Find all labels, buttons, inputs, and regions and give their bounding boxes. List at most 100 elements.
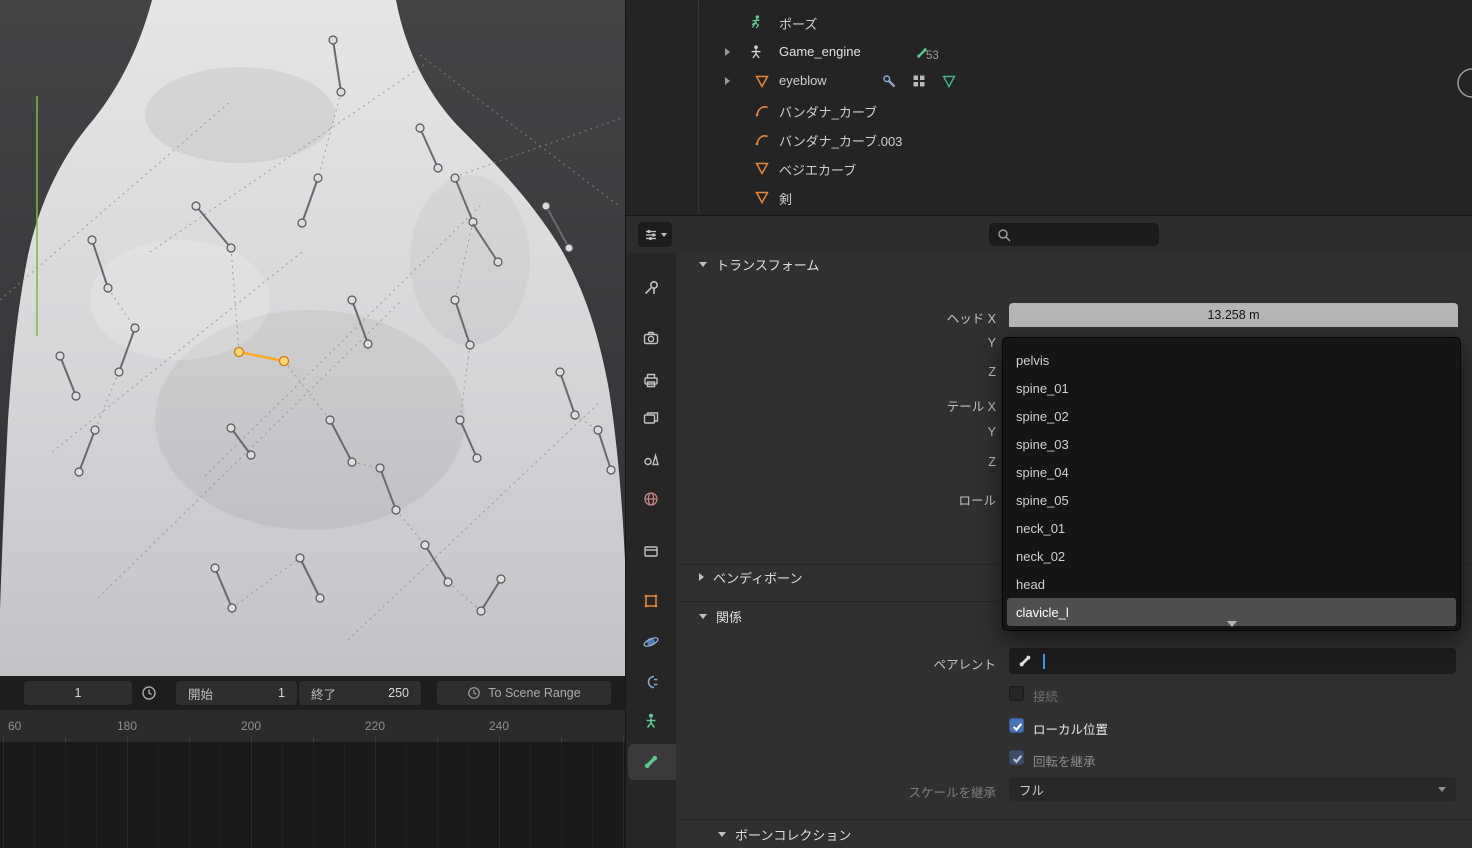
connected-checkbox[interactable] [1009, 686, 1024, 701]
current-frame-field[interactable]: 1 [24, 681, 132, 705]
dropdown-item[interactable]: head [1003, 570, 1460, 598]
panel-header-bone-collections[interactable]: ボーンコレクション [718, 826, 851, 843]
inherit-scale-value: フル [1019, 783, 1045, 798]
tab-object-data[interactable] [637, 707, 665, 735]
panel-header-transform[interactable]: トランスフォーム [699, 256, 820, 273]
modifier-wrench-icon [883, 75, 896, 88]
parent-search-field[interactable] [1009, 648, 1456, 674]
outliner-row-bezier-curve[interactable]: ベジエカーブ [626, 154, 1472, 182]
properties-header [626, 216, 1472, 254]
tail-y-label: Y [987, 425, 996, 439]
properties-editor-icon [645, 229, 656, 240]
panel-title: ベンディボーン [713, 570, 803, 586]
viewport-canvas[interactable] [0, 0, 625, 676]
tab-object[interactable] [637, 587, 665, 615]
inherit-rotation-checkbox[interactable] [1009, 750, 1024, 765]
outliner-row-eyeblow[interactable]: eyeblow [626, 67, 1472, 95]
chevron-down-icon [699, 261, 707, 267]
ruler-label: 60 [8, 719, 22, 733]
mesh-data-icon [755, 162, 769, 176]
panel-title: 関係 [716, 609, 743, 625]
outliner-row-bandana-curve[interactable]: バンダナ_カーブ [626, 96, 1472, 124]
frame-start-field[interactable]: 開始 1 [176, 681, 297, 705]
outliner: ポーズ Game_engine 53 eyeblow バンダナ_カーブ バンダナ… [625, 0, 1472, 215]
armature-user-count: 53 [926, 50, 939, 62]
text-cursor [1043, 653, 1045, 669]
camera-icon [643, 331, 659, 345]
panel-title: トランスフォーム [716, 257, 820, 273]
frame-end-value: 250 [388, 686, 409, 700]
dropdown-item[interactable]: neck_01 [1003, 514, 1460, 542]
to-scene-range-button[interactable]: To Scene Range [437, 681, 611, 705]
outliner-row-game-engine[interactable]: Game_engine 53 [626, 38, 1472, 66]
connected-label: 接続 [1033, 690, 1059, 704]
curve-data-icon [755, 135, 768, 146]
outliner-row-bandana-curve-003[interactable]: バンダナ_カーブ.003 [626, 125, 1472, 153]
tab-render[interactable] [637, 324, 665, 352]
outliner-row-pose[interactable]: ポーズ [626, 8, 1472, 36]
editor-type-selector[interactable] [638, 222, 672, 247]
search-icon [998, 228, 1011, 242]
local-location-checkbox[interactable] [1009, 718, 1024, 733]
dropdown-item[interactable]: spine_02 [1003, 402, 1460, 430]
frame-end-field[interactable]: 終了 250 [299, 681, 421, 705]
dropdown-item[interactable]: spine_01 [1003, 374, 1460, 402]
tool-icon [644, 280, 659, 295]
tab-collection[interactable] [637, 537, 665, 565]
pictures-icon [643, 412, 659, 424]
tab-scene[interactable] [637, 445, 665, 473]
timeline-tracks[interactable] [0, 742, 625, 848]
curve-data-icon [755, 106, 768, 117]
chevron-down-icon [699, 613, 707, 619]
outliner-row-label: バンダナ_カーブ.003 [779, 134, 903, 149]
playback-time-button[interactable] [141, 685, 157, 701]
outliner-row-sword[interactable]: 剣 [626, 183, 1472, 211]
dropdown-item[interactable]: spine_03 [1003, 430, 1460, 458]
tab-view-layer[interactable] [637, 405, 665, 433]
outliner-row-label: ベジエカーブ [779, 163, 857, 178]
expand-arrow-icon[interactable] [725, 77, 730, 85]
ruler-label: 220 [364, 719, 386, 733]
ruler-label: 180 [116, 719, 138, 733]
scene-icon [644, 452, 659, 466]
frame-start-label: 開始 [188, 687, 214, 702]
tail-z-label: Z [988, 455, 996, 469]
panel-header-bendy-bones[interactable]: ベンディボーン [699, 569, 803, 586]
bone-icon [644, 755, 658, 769]
dropdown-item[interactable]: pelvis [1003, 346, 1460, 374]
tab-world[interactable] [637, 485, 665, 513]
mesh-data-icon [755, 75, 769, 89]
tab-tool[interactable] [637, 274, 665, 302]
head-x-field[interactable]: 13.258 m [1009, 303, 1458, 327]
dropdown-item[interactable]: neck_02 [1003, 542, 1460, 570]
scroll-down-indicator-icon[interactable] [1226, 621, 1237, 627]
panel-header-relations[interactable]: 関係 [699, 608, 743, 625]
printer-icon [644, 373, 658, 388]
inherit-scale-select[interactable]: フル [1009, 777, 1456, 801]
frame-start-value: 1 [278, 686, 285, 700]
local-location-label: ローカル位置 [1033, 723, 1109, 737]
bone-icon [1019, 655, 1031, 667]
outliner-row-label: eyeblow [779, 73, 827, 88]
timeline-ruler[interactable]: 60 180 200 220 240 [0, 710, 625, 742]
viewport-3d[interactable] [0, 0, 625, 676]
box-icon [644, 546, 658, 557]
mesh-data-icon [755, 191, 769, 205]
properties-search-input[interactable] [989, 223, 1159, 246]
pose-icon [751, 15, 760, 29]
chevron-down-icon [660, 232, 667, 237]
head-x-value: 13.258 m [1207, 308, 1260, 322]
outliner-row-label: ポーズ [779, 17, 818, 32]
outliner-row-label: バンダナ_カーブ [779, 105, 878, 120]
dropdown-item[interactable]: spine_04 [1003, 458, 1460, 486]
tab-constraints[interactable] [637, 668, 665, 696]
dropdown-item[interactable]: spine_05 [1003, 486, 1460, 514]
sidebar-collapse-handle[interactable] [1455, 68, 1472, 98]
tab-bone[interactable] [637, 748, 665, 776]
tail-x-label: テール X [946, 400, 996, 414]
tab-output[interactable] [637, 366, 665, 394]
expand-arrow-icon[interactable] [725, 48, 730, 56]
ruler-label: 200 [240, 719, 262, 733]
tab-physics[interactable] [637, 628, 665, 656]
roll-label: ロール [958, 494, 996, 508]
